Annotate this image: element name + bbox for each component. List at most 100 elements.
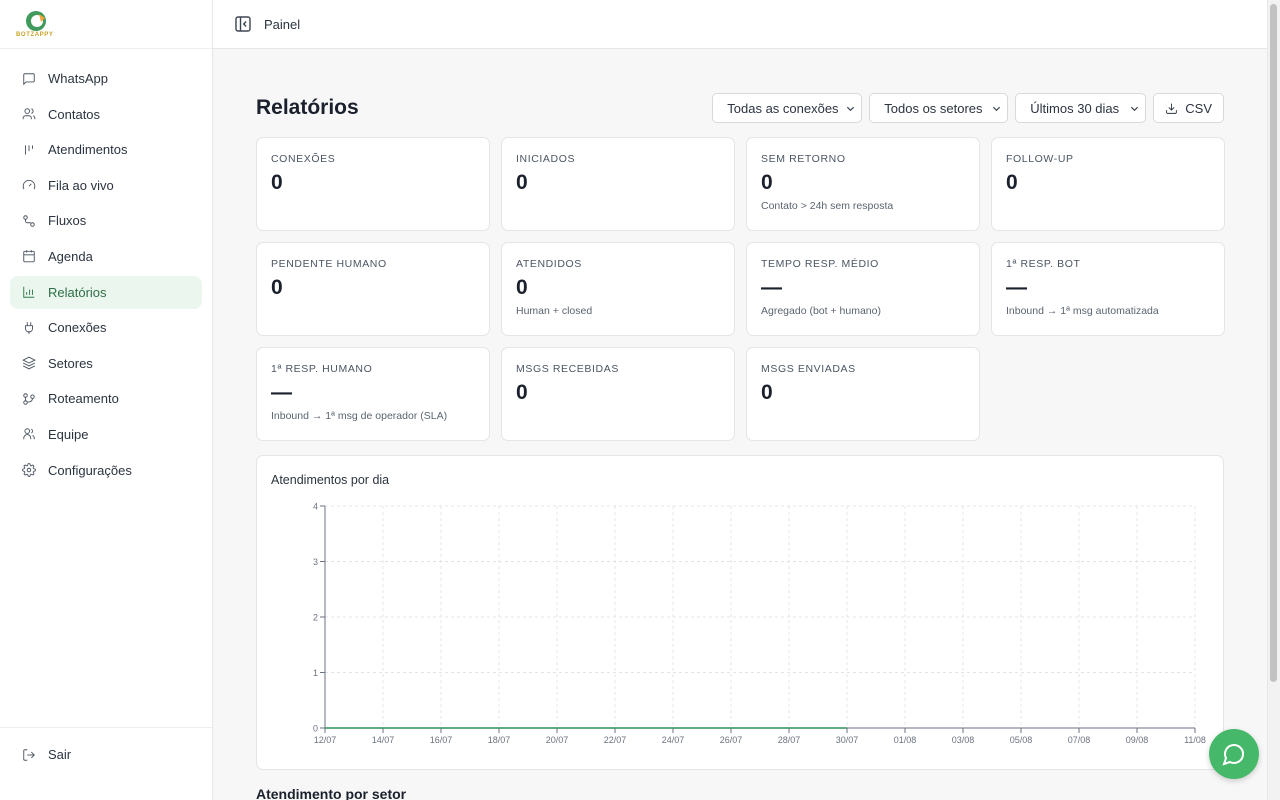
- y-tick-label: 4: [313, 502, 318, 512]
- x-tick-label: 11/08: [1184, 735, 1206, 745]
- x-tick-label: 30/07: [836, 735, 859, 745]
- kpi-value: —: [1006, 276, 1027, 299]
- workflow-icon: [22, 214, 36, 228]
- sidebar-item-label: Fila ao vivo: [48, 177, 114, 193]
- x-tick-label: 20/07: [546, 735, 569, 745]
- kpi-subtitle: Inbound → 1ª msg de operador (SLA): [271, 410, 448, 422]
- kpi-card: PENDENTE HUMANO 0: [256, 242, 490, 336]
- sidebar-item-label: Atendimentos: [48, 142, 128, 158]
- sidebar-item-message-square[interactable]: WhatsApp: [10, 62, 202, 95]
- daily-chart: 0 1 2 3 4 12/07 14/07 16/07 18/07 20/07 22/07 24/07…: [313, 502, 1206, 746]
- x-tick-label: 09/08: [1126, 735, 1149, 745]
- breadcrumb: Painel: [264, 16, 301, 32]
- connections-select[interactable]: Todas as conexões: [712, 93, 863, 123]
- daily-chart-card: Atendimentos por dia 0 1 2 3 4 12/07 14/07 16/0…: [256, 455, 1224, 770]
- x-tick-label: 03/08: [952, 735, 975, 745]
- kpi-value: 0: [516, 171, 528, 194]
- columns-icon: [22, 143, 36, 157]
- sidebar-item-bar-chart[interactable]: Relatórios: [10, 275, 202, 309]
- sidebar-item-columns[interactable]: Atendimentos: [10, 133, 202, 166]
- sidebar-item-label: Agenda: [48, 248, 93, 264]
- gear-icon: [22, 463, 36, 477]
- top-header: Painel: [213, 0, 1267, 49]
- connections-select-value: Todas as conexões: [727, 100, 839, 116]
- y-tick-label: 2: [313, 613, 318, 623]
- kpi-label: MSGS RECEBIDAS: [516, 363, 619, 375]
- kpi-subtitle: Human + closed: [516, 305, 593, 317]
- kpi-card: MSGS ENVIADAS 0: [746, 347, 980, 441]
- sidebar: BOTZAPPY WhatsApp Contatos Atendimentos Fil…: [0, 0, 213, 800]
- kpi-value: 0: [761, 171, 773, 194]
- x-tick-label: 16/07: [430, 735, 453, 745]
- kpi-subtitle: Contato > 24h sem resposta: [761, 200, 894, 212]
- calendar-icon: [22, 249, 36, 263]
- scrollbar[interactable]: [1267, 0, 1280, 800]
- sidebar-item-label: Conexões: [48, 320, 107, 336]
- page-title: Relatórios: [256, 96, 359, 119]
- kpi-subtitle: Agregado (bot + humano): [761, 305, 881, 317]
- period-select[interactable]: Últimos 30 dias: [1015, 93, 1147, 123]
- csv-export-button[interactable]: CSV: [1153, 93, 1224, 123]
- kpi-label: PENDENTE HUMANO: [271, 258, 387, 270]
- message-square-icon: [22, 72, 36, 86]
- git-branch-icon: [22, 392, 36, 406]
- kpi-label: INICIADOS: [516, 153, 576, 165]
- sidebar-item-label: Setores: [48, 355, 93, 371]
- kpi-card: 1ª RESP. HUMANO — Inbound → 1ª msg de oper…: [256, 347, 490, 441]
- kpi-value: 0: [761, 381, 773, 404]
- sidebar-item-gear[interactable]: Configurações: [10, 454, 202, 487]
- sectors-select[interactable]: Todos os setores: [869, 93, 1009, 123]
- logout-label: Sair: [48, 747, 72, 762]
- chevron-down-icon: [847, 106, 855, 112]
- kpi-value: 0: [516, 381, 528, 404]
- sidebar-item-workflow[interactable]: Fluxos: [10, 204, 202, 237]
- sidebar-item-plug[interactable]: Conexões: [10, 311, 202, 344]
- kpi-card: ATENDIDOS 0 Human + closed: [501, 242, 735, 336]
- kpi-value: —: [761, 276, 782, 299]
- kpi-label: TEMPO RESP. MÉDIO: [761, 258, 879, 270]
- kpi-label: FOLLOW-UP: [1006, 153, 1074, 165]
- x-tick-label: 28/07: [778, 735, 801, 745]
- scrollbar-thumb[interactable]: [1270, 4, 1277, 682]
- kpi-card: INICIADOS 0: [501, 137, 735, 231]
- kpi-label: ATENDIDOS: [516, 258, 582, 270]
- sectors-select-value: Todos os setores: [884, 100, 983, 116]
- kpi-value: 0: [271, 276, 283, 299]
- chat-bubble-icon: [1222, 744, 1244, 766]
- kpi-card: FOLLOW-UP 0: [991, 137, 1225, 231]
- kpi-card: TEMPO RESP. MÉDIO — Agregado (bot + humano…: [746, 242, 980, 336]
- chat-fab-button[interactable]: [1209, 729, 1259, 779]
- csv-label: CSV: [1185, 100, 1212, 116]
- x-tick-label: 12/07: [314, 735, 337, 745]
- logo[interactable]: BOTZAPPY: [0, 0, 212, 49]
- y-tick-label: 3: [313, 557, 318, 567]
- sidebar-nav: WhatsApp Contatos Atendimentos Fila ao vivo…: [0, 49, 212, 487]
- sidebar-item-gauge[interactable]: Fila ao vivo: [10, 169, 202, 202]
- kpi-label: MSGS ENVIADAS: [761, 363, 856, 375]
- sidebar-item-label: WhatsApp: [48, 71, 108, 86]
- y-tick-label: 0: [313, 724, 318, 734]
- sidebar-item-label: Equipe: [48, 426, 89, 442]
- sidebar-item-layers[interactable]: Setores: [10, 347, 202, 380]
- x-tick-label: 18/07: [488, 735, 511, 745]
- kpi-label: SEM RETORNO: [761, 153, 846, 165]
- kpi-card: CONEXÕES 0: [256, 137, 490, 231]
- sidebar-item-users[interactable]: Contatos: [10, 98, 202, 131]
- logout-button[interactable]: Sair: [10, 738, 202, 771]
- kpi-value: —: [271, 381, 292, 404]
- kpi-card: MSGS RECEBIDAS 0: [501, 347, 735, 441]
- sidebar-item-calendar[interactable]: Agenda: [10, 240, 202, 273]
- sidebar-item-user-group[interactable]: Equipe: [10, 418, 202, 451]
- users-icon: [22, 107, 36, 121]
- download-icon: [1166, 103, 1178, 114]
- sidebar-item-label: Roteamento: [48, 391, 119, 407]
- chevron-down-icon: [993, 106, 1001, 112]
- x-tick-label: 22/07: [604, 735, 627, 745]
- kpi-card: 1ª RESP. BOT — Inbound → 1ª msg automatiza…: [991, 242, 1225, 336]
- kpi-card: SEM RETORNO 0 Contato > 24h sem resposta: [746, 137, 980, 231]
- sidebar-toggle-icon[interactable]: [235, 16, 251, 32]
- x-tick-label: 14/07: [372, 735, 395, 745]
- layers-icon: [22, 356, 36, 370]
- sidebar-item-git-branch[interactable]: Roteamento: [10, 382, 202, 415]
- gauge-icon: [22, 178, 36, 192]
